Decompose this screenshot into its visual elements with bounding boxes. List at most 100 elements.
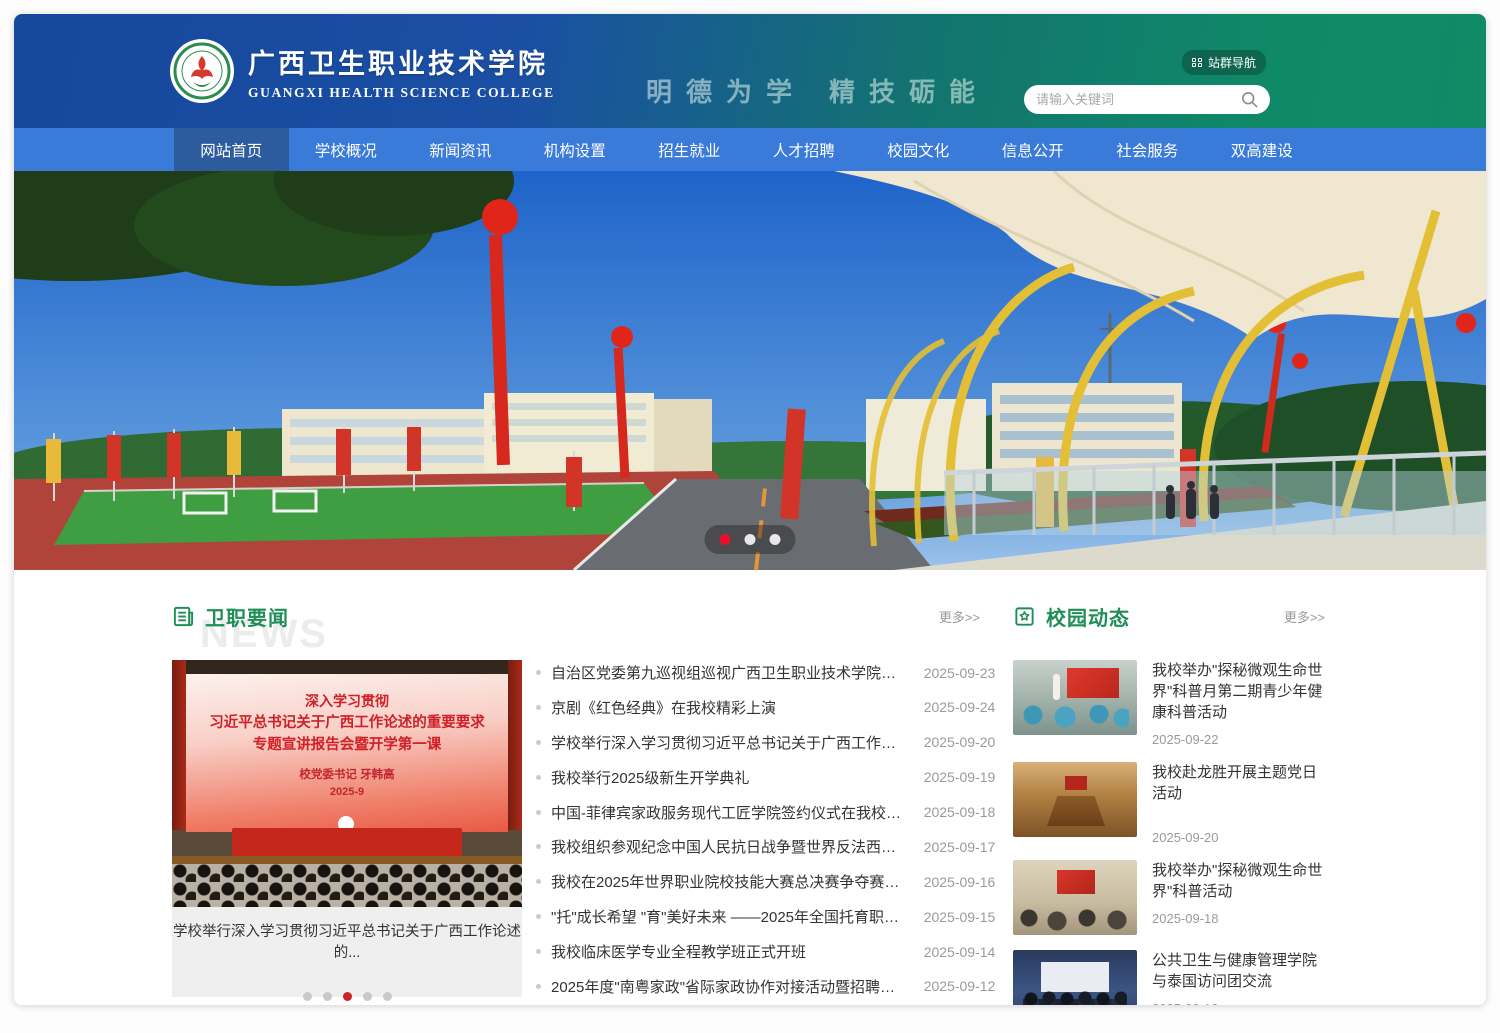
news-title[interactable]: 我校举行2025级新生开学典礼 [551, 767, 906, 788]
featured-dot-3[interactable] [343, 992, 352, 1001]
grid-icon [1192, 58, 1202, 68]
site-group-nav-button[interactable]: 站群导航 [1182, 50, 1266, 75]
featured-image-curtain-right [508, 660, 522, 830]
campus-news-title[interactable]: 我校赴龙胜开展主题党日活动 [1152, 762, 1325, 804]
nav-item-social-service[interactable]: 社会服务 [1090, 128, 1205, 171]
news-date: 2025-09-24 [924, 699, 996, 715]
search-box [1024, 85, 1270, 114]
campus-news-title[interactable]: 我校举办"探秘微观生命世界"科普月第二期青少年健康科普活动 [1152, 660, 1325, 723]
featured-image-stage-table [232, 828, 462, 858]
slide-text-line2: 习近平总书记关于广西工作论述的重要要求 [186, 712, 508, 734]
campus-news-item[interactable]: 我校举办"探秘微观生命世界"科普活动 2025-09-18 [1013, 860, 1325, 935]
nav-item-info-disclosure[interactable]: 信息公开 [976, 128, 1091, 171]
campus-news-thumbnail[interactable] [1013, 860, 1137, 935]
bullet-icon [536, 984, 541, 989]
news-row[interactable]: 京剧《红色经典》在我校精彩上演 2025-09-24 [536, 697, 995, 718]
hero-dot-1[interactable] [720, 534, 731, 545]
nav-item-overview[interactable]: 学校概况 [289, 128, 404, 171]
news-section-title-block: 卫职要闻 [172, 602, 289, 631]
news-title[interactable]: 我校临床医学专业全程教学班正式开班 [551, 941, 906, 962]
news-title[interactable]: "托"成长希望 "育"美好未来 ——2025年全国托育职业技能... [551, 906, 906, 927]
news-row[interactable]: 2025年度"南粤家政"省际家政协作对接活动暨招聘会在我... 2025-09-… [536, 976, 995, 997]
school-title-block: 广西卫生职业技术学院 GUANGXI HEALTH SCIENCE COLLEG… [248, 42, 555, 101]
nav-item-recruitment[interactable]: 人才招聘 [747, 128, 862, 171]
campus-section-title: 校园动态 [1046, 602, 1130, 631]
campus-section-title-block: 校园动态 [1013, 602, 1130, 631]
news-title[interactable]: 我校在2025年世界职业院校技能大赛总决赛争夺赛勇夺"... [551, 871, 906, 892]
news-date: 2025-09-19 [924, 769, 996, 785]
news-title[interactable]: 中国-菲律宾家政服务现代工匠学院签约仪式在我校举行 [551, 802, 906, 823]
campus-news-item[interactable]: 我校赴龙胜开展主题党日活动 2025-09-20 [1013, 762, 1325, 845]
campus-news-title[interactable]: 我校举办"探秘微观生命世界"科普活动 [1152, 860, 1325, 902]
news-title[interactable]: 我校组织参观纪念中国人民抗日战争暨世界反法西斯战争... [551, 836, 906, 857]
news-title[interactable]: 京剧《红色经典》在我校精彩上演 [551, 697, 906, 718]
news-row[interactable]: 我校举行2025级新生开学典礼 2025-09-19 [536, 767, 995, 788]
news-title[interactable]: 自治区党委第九巡视组巡视广西卫生职业技术学院党委工... [551, 662, 906, 683]
slide-text-speaker: 校党委书记 牙韩高 [186, 766, 508, 782]
campus-news-thumbnail[interactable] [1013, 950, 1137, 1005]
magnifier-icon[interactable] [1241, 91, 1258, 108]
campus-news-thumbnail[interactable] [1013, 660, 1137, 735]
school-brand[interactable]: 广西卫生职业技术学院 GUANGXI HEALTH SCIENCE COLLEG… [170, 39, 555, 103]
campus-news-thumbnail[interactable] [1013, 762, 1137, 837]
campus-news-item[interactable]: 我校举办"探秘微观生命世界"科普月第二期青少年健康科普活动 2025-09-22 [1013, 660, 1325, 747]
campus-news-title[interactable]: 公共卫生与健康管理学院与泰国访问团交流 [1152, 950, 1325, 992]
news-date: 2025-09-16 [924, 874, 996, 890]
hero-carousel [14, 171, 1486, 570]
header-right-tools: 站群导航 [1024, 50, 1270, 114]
news-date: 2025-09-20 [924, 734, 996, 750]
hero-carousel-dots [705, 525, 796, 554]
nav-item-home[interactable]: 网站首页 [174, 128, 289, 171]
news-more-link[interactable]: 更多>> [939, 607, 980, 626]
featured-image-audience [172, 864, 522, 907]
school-name-en: GUANGXI HEALTH SCIENCE COLLEGE [248, 85, 555, 101]
star-badge-icon [1013, 605, 1036, 628]
nav-item-admissions[interactable]: 招生就业 [632, 128, 747, 171]
site-header: 广西卫生职业技术学院 GUANGXI HEALTH SCIENCE COLLEG… [14, 14, 1486, 128]
news-title[interactable]: 学校举行深入学习贯彻习近平总书记关于广西工作论述的... [551, 732, 906, 753]
school-logo[interactable] [170, 39, 234, 103]
featured-dot-5[interactable] [383, 992, 392, 1001]
featured-dot-1[interactable] [303, 992, 312, 1001]
featured-image-curtain-left [172, 660, 186, 830]
search-input[interactable] [1036, 92, 1241, 107]
featured-news-card[interactable]: 深入学习贯彻 习近平总书记关于广西工作论述的重要要求 专题宣讲报告会暨开学第一课… [172, 660, 522, 997]
campus-news-item[interactable]: 公共卫生与健康管理学院与泰国访问团交流 2025-09-13 [1013, 950, 1325, 1005]
hero-dot-2[interactable] [745, 534, 756, 545]
main-content: NEWS 卫职要闻 更多>> [14, 570, 1486, 1005]
campus-news-date: 2025-09-22 [1152, 732, 1325, 747]
nav-item-news[interactable]: 新闻资讯 [403, 128, 518, 171]
news-row[interactable]: "托"成长希望 "育"美好未来 ——2025年全国托育职业技能... 2025-… [536, 906, 995, 927]
news-row[interactable]: 我校在2025年世界职业院校技能大赛总决赛争夺赛勇夺"... 2025-09-1… [536, 871, 995, 892]
featured-dot-4[interactable] [363, 992, 372, 1001]
news-title[interactable]: 2025年度"南粤家政"省际家政协作对接活动暨招聘会在我... [551, 976, 906, 997]
featured-dot-2[interactable] [323, 992, 332, 1001]
featured-news-caption[interactable]: 学校举行深入学习贯彻习近平总书记关于广西工作论述的... [172, 920, 522, 962]
bullet-icon [536, 844, 541, 849]
hero-dot-3[interactable] [770, 534, 781, 545]
slide-text-line1: 深入学习贯彻 [186, 690, 508, 712]
news-row[interactable]: 学校举行深入学习贯彻习近平总书记关于广西工作论述的... 2025-09-20 [536, 732, 995, 753]
campus-more-link[interactable]: 更多>> [1284, 607, 1325, 626]
newspaper-icon [172, 605, 195, 628]
news-list: 自治区党委第九巡视组巡视广西卫生职业技术学院党委工... 2025-09-23 … [536, 660, 995, 997]
news-row[interactable]: 自治区党委第九巡视组巡视广西卫生职业技术学院党委工... 2025-09-23 [536, 662, 995, 683]
bullet-icon [536, 670, 541, 675]
news-row[interactable]: 我校组织参观纪念中国人民抗日战争暨世界反法西斯战争... 2025-09-17 [536, 836, 995, 857]
nav-item-shuanggao[interactable]: 双高建设 [1205, 128, 1320, 171]
nav-item-campus-culture[interactable]: 校园文化 [861, 128, 976, 171]
bullet-icon [536, 914, 541, 919]
nav-item-departments[interactable]: 机构设置 [518, 128, 633, 171]
campus-news-text: 我校举办"探秘微观生命世界"科普活动 2025-09-18 [1152, 860, 1325, 935]
campus-news-text: 公共卫生与健康管理学院与泰国访问团交流 2025-09-13 [1152, 950, 1325, 1005]
hero-campus-photo [14, 171, 1486, 570]
news-row[interactable]: 我校临床医学专业全程教学班正式开班 2025-09-14 [536, 941, 995, 962]
featured-news-image[interactable]: 深入学习贯彻 习近平总书记关于广西工作论述的重要要求 专题宣讲报告会暨开学第一课… [172, 660, 522, 907]
slide-text-line3: 专题宣讲报告会暨开学第一课 [186, 734, 508, 756]
featured-image-ceiling [172, 660, 522, 674]
campus-section-header: 校园动态 更多>> [1013, 596, 1325, 636]
site-page: 广西卫生职业技术学院 GUANGXI HEALTH SCIENCE COLLEG… [14, 14, 1486, 1005]
bullet-icon [536, 740, 541, 745]
news-row[interactable]: 中国-菲律宾家政服务现代工匠学院签约仪式在我校举行 2025-09-18 [536, 802, 995, 823]
campus-news-date: 2025-09-13 [1152, 1001, 1325, 1005]
